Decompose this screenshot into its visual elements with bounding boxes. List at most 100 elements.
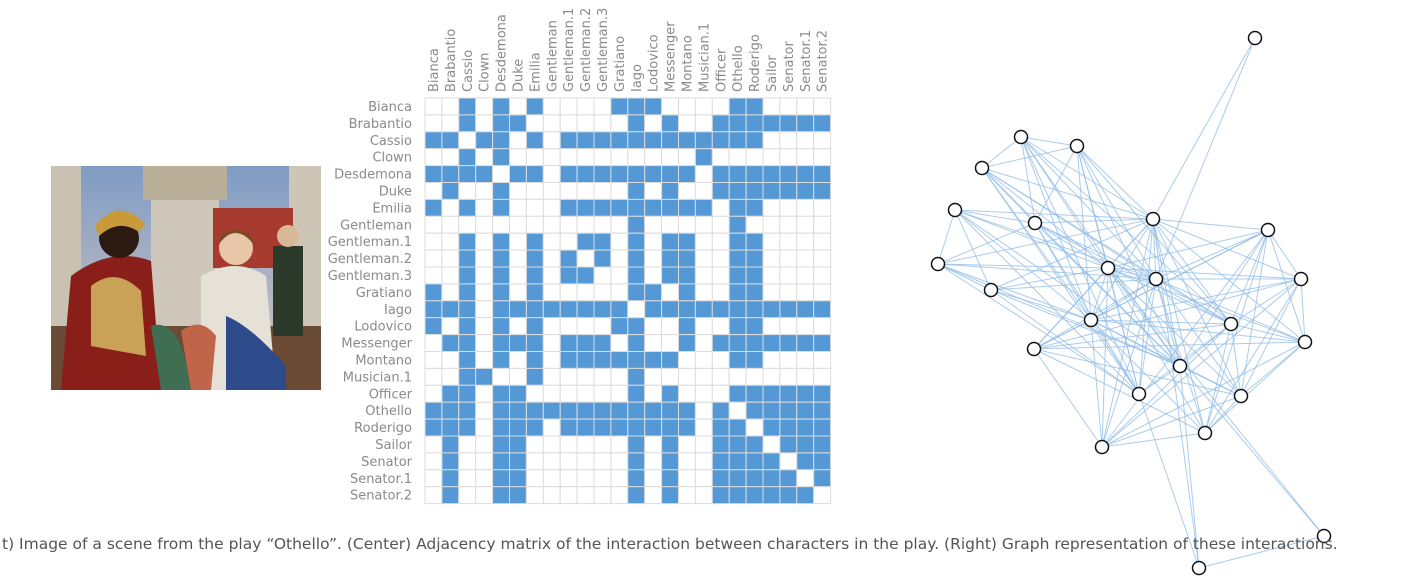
matrix-cell [441, 317, 460, 336]
matrix-cell [610, 418, 629, 437]
matrix-cell [441, 165, 460, 184]
row-label: Duke [379, 184, 412, 199]
matrix-cell [627, 198, 646, 217]
matrix-cell [711, 131, 730, 150]
matrix-cell [661, 182, 679, 200]
matrix-cell [492, 249, 511, 268]
matrix-cell [644, 317, 663, 336]
matrix-cell [492, 215, 511, 234]
graph-edge [1240, 229, 1269, 397]
matrix-cell [678, 266, 696, 285]
matrix-cell [475, 300, 494, 319]
matrix-cell [779, 266, 798, 285]
matrix-cell [492, 198, 511, 217]
matrix-cell [678, 215, 696, 234]
graph-edge [981, 167, 1109, 269]
matrix-cell [745, 351, 764, 369]
graph-node [1094, 439, 1110, 455]
matrix-cell [762, 384, 781, 403]
matrix-cell [441, 418, 460, 437]
matrix-cell [610, 283, 629, 302]
matrix-cell [661, 418, 679, 437]
graph-edge [1090, 319, 1140, 395]
matrix-cell [593, 283, 612, 302]
matrix-cell [525, 486, 544, 505]
matrix-cell [678, 435, 696, 454]
matrix-cell [559, 469, 578, 488]
matrix-cell [610, 215, 629, 234]
matrix-cell [593, 418, 612, 437]
matrix-cell [644, 435, 663, 454]
column-label: Clown [478, 52, 493, 92]
graph-edge [1152, 218, 1242, 397]
matrix-cell [694, 97, 713, 116]
matrix-cell [576, 351, 595, 369]
graph-node [1223, 316, 1239, 332]
matrix-cell [796, 232, 815, 251]
matrix-cell [796, 97, 815, 116]
matrix-cell [525, 452, 544, 471]
matrix-cell [525, 317, 544, 336]
graph-node [947, 202, 963, 218]
matrix-cell [424, 165, 443, 184]
matrix-cell [762, 215, 781, 234]
matrix-cell [796, 351, 815, 369]
matrix-cell [509, 367, 527, 386]
matrix-cell [525, 351, 544, 369]
matrix-cell [610, 334, 629, 353]
matrix-cell [475, 215, 494, 234]
column-label: Iago [630, 64, 645, 92]
matrix-cell [576, 165, 595, 184]
matrix-cell [458, 266, 477, 285]
matrix-cell [661, 300, 679, 319]
column-label: Musician.1 [697, 23, 712, 92]
matrix-cell [779, 232, 798, 251]
matrix-cell [762, 469, 781, 488]
matrix-cell [458, 182, 477, 200]
graph-node [1069, 138, 1085, 154]
matrix-cell [813, 97, 832, 116]
matrix-cell [492, 351, 511, 369]
matrix-cell [694, 351, 713, 369]
matrix-cell [441, 215, 460, 234]
matrix-cell [644, 351, 663, 369]
matrix-cell [711, 148, 730, 167]
matrix-cell [813, 283, 832, 302]
matrix-cell [627, 469, 646, 488]
matrix-cell [593, 469, 612, 488]
matrix-cell [458, 198, 477, 217]
matrix-cell [644, 215, 663, 234]
matrix-cell [796, 165, 815, 184]
matrix-cell [475, 232, 494, 251]
matrix-cell [475, 486, 494, 505]
matrix-cell [525, 97, 544, 116]
graph-edge [1204, 229, 1269, 434]
matrix-cell [509, 486, 527, 505]
matrix-cell [627, 367, 646, 386]
matrix-cell [762, 435, 781, 454]
matrix-cell [745, 300, 764, 319]
matrix-cell [627, 182, 646, 200]
matrix-cell [475, 334, 494, 353]
matrix-cell [509, 215, 527, 234]
matrix-cell [813, 165, 832, 184]
matrix-cell [728, 469, 747, 488]
matrix-cell [509, 384, 527, 403]
matrix-cell [627, 486, 646, 505]
matrix-cell [542, 114, 561, 133]
column-label: Lodovico [647, 34, 662, 92]
matrix-cell [711, 232, 730, 251]
matrix-cell [458, 97, 477, 116]
matrix-cell [458, 283, 477, 302]
matrix-cell [694, 435, 713, 454]
matrix-cell [559, 97, 578, 116]
matrix-cell [458, 131, 477, 150]
matrix-cell [441, 232, 460, 251]
matrix-cell [576, 334, 595, 353]
matrix-cell [458, 114, 477, 133]
matrix-cell [525, 334, 544, 353]
matrix-cell [796, 249, 815, 268]
matrix-cell [678, 97, 696, 116]
matrix-cell [559, 131, 578, 150]
matrix-cell [492, 97, 511, 116]
